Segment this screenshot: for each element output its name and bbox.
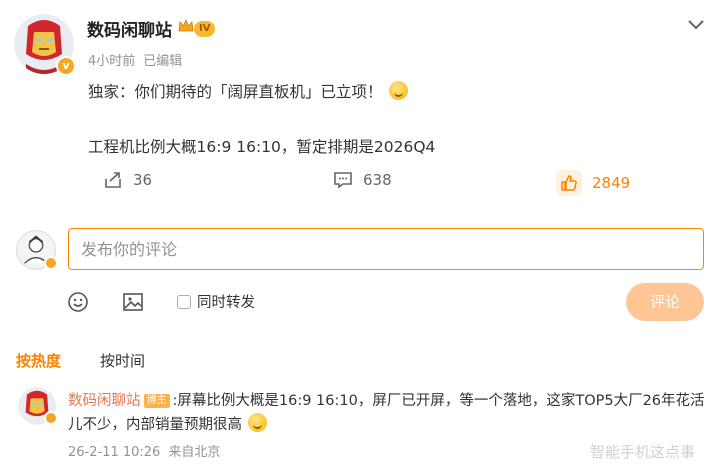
comment-date: 26-2-11 10:26 bbox=[68, 445, 161, 460]
tab-sort-hot[interactable]: 按热度 bbox=[16, 350, 61, 371]
emoji-icon bbox=[388, 81, 408, 100]
comment-button[interactable]: 638 bbox=[333, 170, 392, 190]
like-icon bbox=[556, 170, 582, 196]
comment-icon bbox=[334, 172, 352, 189]
repost-label: 同时转发 bbox=[197, 295, 255, 311]
share-icon bbox=[105, 172, 121, 188]
share-button[interactable]: 36 bbox=[103, 170, 152, 190]
comment-meta: 26-2-11 10:26 来自北京 bbox=[68, 441, 220, 460]
post-time[interactable]: 4小时前 bbox=[88, 54, 135, 69]
image-icon[interactable] bbox=[121, 290, 145, 314]
post-text-line2: 工程机比例大概16:9 16:10，暂定排期是2026Q4 bbox=[88, 138, 436, 156]
verified-badge-icon: v bbox=[56, 56, 76, 76]
comment-input[interactable] bbox=[68, 228, 704, 270]
comment-author[interactable]: 数码闲聊站 bbox=[68, 393, 141, 409]
crown-icon bbox=[178, 19, 194, 32]
comment-count: 638 bbox=[363, 171, 392, 189]
smile-icon[interactable] bbox=[66, 290, 90, 314]
repost-toggle[interactable]: 同时转发 bbox=[177, 291, 255, 312]
post-author[interactable]: 数码闲聊站 bbox=[87, 16, 172, 41]
comment-location: 来自北京 bbox=[168, 445, 221, 460]
edited-label[interactable]: 已编辑 bbox=[143, 54, 182, 69]
watermark: 智能手机这点事 bbox=[590, 443, 696, 461]
post-text-line1: 独家：你们期待的「阔屏直板机」已立项！ bbox=[88, 80, 408, 102]
verified-badge-icon bbox=[44, 256, 58, 270]
author-tag: 博主 bbox=[143, 394, 170, 408]
chevron-down-icon[interactable] bbox=[684, 12, 708, 36]
post-meta: 4小时前 已编辑 bbox=[88, 50, 182, 69]
like-button[interactable]: 2849 bbox=[556, 170, 630, 196]
level-badge: IV bbox=[194, 21, 216, 37]
like-count: 2849 bbox=[592, 174, 631, 192]
tab-sort-time[interactable]: 按时间 bbox=[100, 350, 145, 371]
emoji-icon bbox=[248, 413, 267, 432]
share-count: 36 bbox=[133, 171, 153, 189]
submit-comment-button[interactable]: 评论 bbox=[626, 283, 704, 321]
repost-checkbox[interactable] bbox=[177, 294, 191, 309]
comment-body: 数码闲聊站 博主:屏幕比例大概是16:9 16:10，屏厂已开屏，等一个落地，这家… bbox=[68, 389, 708, 437]
verified-badge-icon bbox=[44, 411, 58, 425]
